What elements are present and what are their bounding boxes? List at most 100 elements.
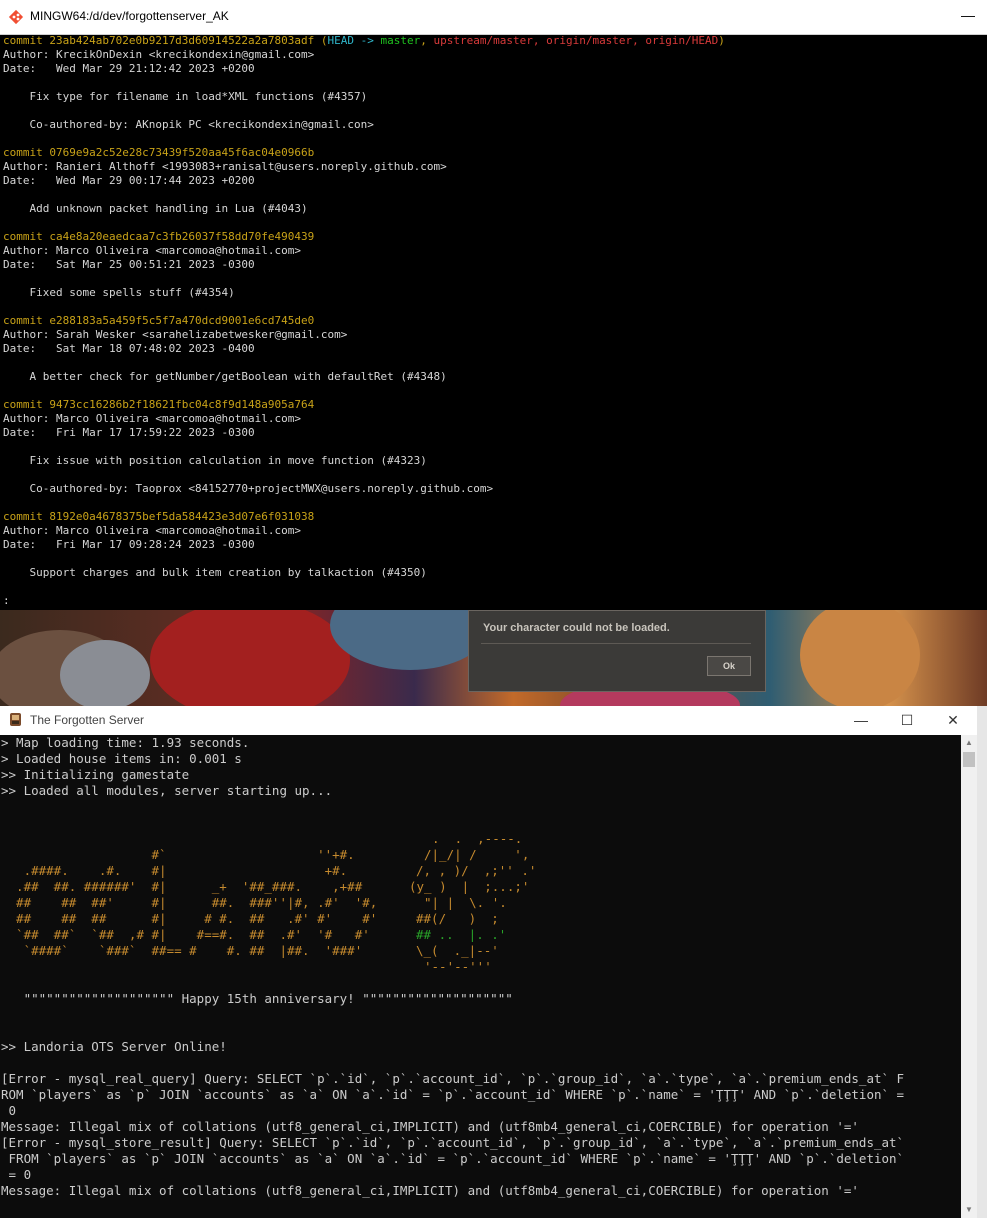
commit-message: A better check for getNumber/getBoolean …	[3, 370, 447, 383]
git-titlebar[interactable]: MINGW64:/d/dev/forgottenserver_AK —	[0, 0, 987, 35]
commit-author: Author: Marco Oliveira <marcomoa@hotmail…	[3, 244, 302, 257]
dialog-message: Your character could not be loaded.	[483, 622, 670, 634]
ascii-art-line: ##(/ ) ;	[416, 911, 499, 926]
ascii-art-line: ## .. |. .'	[416, 927, 507, 942]
ascii-art-line: .## ##. ######' #| _+ '##_###. ,+##	[1, 879, 363, 894]
commit-author: Author: Ranieri Althoff <1993083+ranisal…	[3, 160, 447, 173]
commit-message: Support charges and bulk item creation b…	[3, 566, 427, 579]
forgotten-server-window[interactable]: The Forgotten Server — ☐ ✕ > Map loading…	[0, 706, 977, 1218]
game-art-knight	[60, 640, 150, 706]
pager-prompt[interactable]: :	[0, 594, 987, 608]
ref-paren: )	[718, 34, 725, 47]
ascii-art-line: \_( ._|--'	[416, 943, 499, 958]
commit-author: Author: KrecikOnDexin <krecikondexin@gma…	[3, 48, 315, 61]
commit-line: commit 23ab424ab702e0b9217d3d60914522a2a…	[0, 34, 987, 48]
commit-hash: commit 9473cc16286b2f18621fbc04c8f9d148a…	[3, 398, 315, 411]
git-window-title: MINGW64:/d/dev/forgottenserver_AK	[30, 9, 229, 23]
ascii-art-line: /|_/| / ',	[424, 847, 530, 862]
scrollbar-thumb[interactable]	[963, 752, 975, 767]
ascii-art-line: ## ## ##' #| ##. ###''|#, .#' '#,	[1, 895, 378, 910]
maximize-button[interactable]: ☐	[892, 710, 922, 730]
ascii-art-line: `####` `###` ##== # #. ## |##. '###'	[1, 943, 363, 958]
commit-author: Author: Marco Oliveira <marcomoa@hotmail…	[3, 524, 302, 537]
game-art-dragon	[150, 610, 350, 706]
commit-date: Date: Sat Mar 18 07:48:02 2023 -0400	[3, 342, 255, 355]
commit-message: Fix type for filename in load*XML functi…	[3, 90, 368, 103]
commit-hash: commit 0769e9a2c52e28c73439f520aa45f6ac0…	[3, 146, 315, 159]
ascii-art-line: ## ## ## #| # #. ## .#' #' #'	[1, 911, 378, 926]
commit-date: Date: Fri Mar 17 17:59:22 2023 -0300	[3, 426, 255, 439]
commit-coauthor: Co-authored-by: Taoprox <84152770+projec…	[3, 482, 494, 495]
error-line: Message: Illegal mix of collations (utf8…	[1, 1183, 859, 1198]
minimize-button[interactable]: —	[961, 7, 975, 23]
error-line: ROM `players` as `p` JOIN `accounts` as …	[1, 1087, 905, 1102]
game-art-sky	[330, 610, 490, 670]
ascii-art-line: /, , )/ ,;'' .'	[416, 863, 537, 878]
minimize-button[interactable]: —	[846, 710, 876, 730]
commit-date: Date: Fri Mar 17 09:28:24 2023 -0300	[3, 538, 255, 551]
console-line: >> Loaded all modules, server starting u…	[1, 783, 333, 798]
error-line: [Error - mysql_store_result] Query: SELE…	[1, 1135, 905, 1150]
close-button[interactable]: ✕	[938, 710, 968, 730]
ref-paren: (	[320, 34, 328, 47]
console-line: > Loaded house items in: 0.001 s	[1, 751, 242, 766]
server-console-output[interactable]: > Map loading time: 1.93 seconds. > Load…	[0, 735, 961, 1218]
ref-remotes: upstream/master, origin/master, origin/H…	[433, 34, 719, 47]
commit-date: Date: Sat Mar 25 00:51:21 2023 -0300	[3, 258, 255, 271]
ascii-art-line: '--'--'''	[424, 959, 492, 974]
scroll-up-arrow-icon[interactable]: ▲	[961, 735, 977, 751]
ref-head: HEAD ->	[327, 34, 381, 47]
ascii-art-line: (y_ ) | ;...;'	[409, 879, 530, 894]
anniversary-line: """""""""""""""""""" Happy 15th annivers…	[1, 991, 513, 1006]
console-line: >> Initializing gamestate	[1, 767, 190, 782]
ascii-art-banner: . . ,----. /|_/| / ', /, , )/ ,;'' .' (y…	[0, 831, 961, 975]
ascii-art-line: . . ,----.	[432, 831, 523, 846]
git-bash-window[interactable]: MINGW64:/d/dev/forgottenserver_AK — comm…	[0, 0, 987, 610]
scroll-down-arrow-icon[interactable]: ▼	[961, 1202, 977, 1218]
dialog-divider	[481, 643, 751, 644]
commit-message: Fix issue with position calculation in m…	[3, 454, 427, 467]
tfs-titlebar[interactable]: The Forgotten Server — ☐ ✕	[0, 706, 977, 735]
error-line: 0	[1, 1103, 17, 1118]
ascii-art-line: `## ##` `## ,# #| #==#. ## .#' '# #'	[1, 927, 370, 942]
tfs-window-title: The Forgotten Server	[30, 713, 145, 727]
ref-sep: ,	[420, 34, 434, 47]
ref-master: master	[380, 34, 421, 47]
background-window-edge	[977, 706, 987, 1218]
commit-message: Add unknown packet handling in Lua (#404…	[3, 202, 308, 215]
console-line: > Map loading time: 1.93 seconds.	[1, 735, 250, 750]
commit-date: Date: Wed Mar 29 00:17:44 2023 +0200	[3, 174, 255, 187]
commit-author: Author: Sarah Wesker <sarahelizabetweske…	[3, 328, 348, 341]
ascii-cat-art: . . ,----. /|_/| / ', /, , )/ ,;'' .' (y…	[408, 831, 536, 975]
commit-hash: commit 23ab424ab702e0b9217d3d60914522a2a…	[3, 34, 315, 47]
error-line: = 0	[1, 1167, 32, 1182]
ascii-art-line: #` ''+#.	[1, 847, 355, 862]
commit-author: Author: Marco Oliveira <marcomoa@hotmail…	[3, 412, 302, 425]
commit-hash: commit ca4e8a20eaedcaa7c3fb26037f58dd70f…	[3, 230, 315, 243]
git-logo-icon	[8, 9, 24, 25]
error-line: FROM `players` as `p` JOIN `accounts` as…	[1, 1151, 905, 1166]
ok-button[interactable]: Ok	[707, 656, 751, 676]
git-terminal-output[interactable]: commit 23ab424ab702e0b9217d3d60914522a2a…	[0, 34, 987, 610]
vertical-scrollbar[interactable]: ▲ ▼	[961, 735, 977, 1218]
ascii-tfs-logo: #` ''+#. .####. .#. #| +#. .## ##. #####…	[0, 847, 377, 959]
commit-message: Fixed some spells stuff (#4354)	[3, 286, 235, 299]
ascii-art-line: .####. .#. #| +#.	[1, 863, 348, 878]
commit-date: Date: Wed Mar 29 21:12:42 2023 +0200	[3, 62, 255, 75]
